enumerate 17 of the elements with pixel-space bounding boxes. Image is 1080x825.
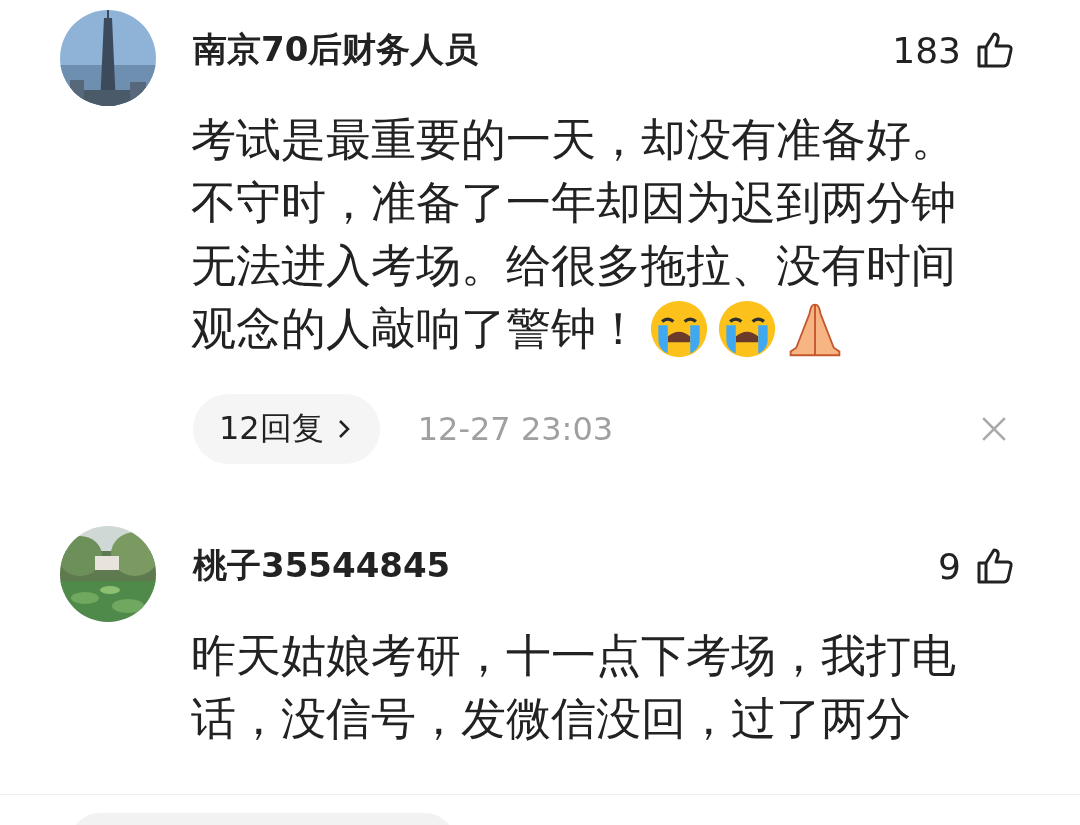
comment-text: 考试是最重要的一天，却没有准备好。 <box>191 112 956 168</box>
like-count: 183 <box>892 29 961 71</box>
thumbs-up-icon[interactable] <box>975 30 1015 70</box>
username[interactable]: 桃子35544845 <box>193 543 939 589</box>
comment-text: 观念的人敲响了警钟！ <box>191 301 641 357</box>
replies-button[interactable]: 12回复 <box>193 394 380 464</box>
comment-text: 话，没信号，发微信没回，过了两分 <box>191 691 911 747</box>
comment-time: 12-27 23:03 <box>417 410 615 448</box>
thumbs-up-icon[interactable] <box>975 546 1015 586</box>
comment-text: 不守时，准备了一年却因为迟到两分钟 <box>191 175 956 231</box>
crying-face-icon <box>649 298 709 359</box>
like-count: 9 <box>938 545 961 587</box>
comment-text: 无法进入考场。给很多拖拉、没有时间 <box>191 238 956 294</box>
chevron-right-icon <box>337 419 350 439</box>
crying-face-icon <box>717 298 777 359</box>
username[interactable]: 南京70后财务人员 <box>193 27 893 73</box>
comment-text: 昨天姑娘考研，十一点下考场，我打电 <box>191 628 956 684</box>
